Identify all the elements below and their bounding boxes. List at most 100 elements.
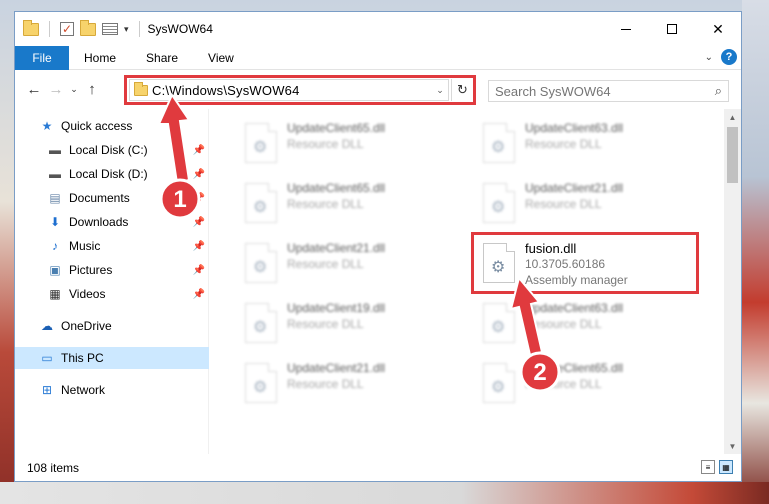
- properties-icon[interactable]: [102, 23, 118, 35]
- file-type: Resource DLL: [525, 137, 602, 151]
- new-folder-icon[interactable]: [80, 19, 96, 36]
- gear-icon: ⚙: [491, 379, 506, 396]
- file-type: Resource DLL: [525, 197, 602, 211]
- dll-file-icon: ⚙: [245, 363, 277, 403]
- pin-icon[interactable]: 📌: [193, 217, 205, 228]
- sidebar-item-local-disk-d[interactable]: ▬ Local Disk (D:) 📌: [15, 163, 209, 185]
- refresh-button[interactable]: ↻: [451, 79, 473, 101]
- sidebar-item-downloads[interactable]: ⬇ Downloads 📌: [15, 211, 209, 233]
- sidebar-item-pictures[interactable]: ▣ Pictures 📌: [15, 259, 209, 281]
- sidebar-item-label: Videos: [69, 287, 106, 301]
- file-name: UpdateClient21.dll: [287, 361, 386, 375]
- up-button[interactable]: ↑: [81, 78, 103, 100]
- pin-icon[interactable]: 📌: [193, 289, 205, 300]
- file-type: Resource DLL: [287, 317, 364, 331]
- help-icon[interactable]: ?: [721, 49, 737, 65]
- scrollbar-thumb[interactable]: [727, 127, 738, 183]
- file-item[interactable]: ⚙ UpdateClient63.dll Resource DLL: [473, 295, 703, 351]
- file-item[interactable]: ⚙ UpdateClient65.dll Resource DLL: [473, 355, 703, 411]
- search-icon[interactable]: ⌕: [715, 83, 722, 99]
- close-button[interactable]: ✕: [695, 12, 741, 46]
- search-box[interactable]: ⌕: [488, 80, 729, 102]
- pin-icon[interactable]: 📌: [193, 265, 205, 276]
- sidebar-item-videos[interactable]: ▦ Videos 📌: [15, 283, 209, 305]
- sidebar-item-quick-access[interactable]: ★ Quick access: [15, 115, 209, 137]
- address-path[interactable]: C:\Windows\SysWOW64: [152, 83, 300, 98]
- star-icon: ★: [41, 119, 53, 133]
- sidebar-item-this-pc[interactable]: ▭ This PC: [15, 347, 209, 369]
- file-name: UpdateClient19.dll: [287, 301, 386, 315]
- videos-icon: ▦: [49, 287, 61, 301]
- computer-icon: ▭: [41, 351, 53, 365]
- music-icon: ♪: [52, 239, 58, 253]
- sidebar-item-onedrive[interactable]: ☁ OneDrive: [15, 315, 209, 337]
- dll-file-icon: ⚙: [483, 303, 515, 343]
- toolbar-separator: [138, 21, 140, 37]
- pin-icon[interactable]: 📌: [193, 241, 205, 252]
- sidebar-item-label: Downloads: [69, 215, 129, 229]
- file-item[interactable]: ⚙ UpdateClient65.dll Resource DLL: [235, 175, 465, 231]
- tab-home[interactable]: Home: [69, 46, 131, 70]
- pin-icon[interactable]: 📌: [193, 169, 205, 180]
- drive-icon: ▬: [49, 167, 61, 181]
- ribbon-right-controls: ⌄ ?: [705, 49, 737, 65]
- file-item[interactable]: ⚙ UpdateClient21.dll Resource DLL: [235, 235, 465, 291]
- scroll-down-icon[interactable]: ▼: [724, 438, 741, 454]
- file-type: Resource DLL: [287, 197, 364, 211]
- minimize-button[interactable]: [603, 12, 649, 46]
- tab-file[interactable]: File: [15, 45, 69, 70]
- maximize-icon: [667, 24, 677, 34]
- sidebar-item-label: This PC: [61, 351, 104, 365]
- recent-locations-icon[interactable]: ⌄: [67, 78, 81, 100]
- file-item[interactable]: ⚙ UpdateClient63.dll Resource DLL: [473, 115, 703, 171]
- gear-icon: ⚙: [491, 319, 506, 336]
- close-icon: ✕: [712, 20, 724, 37]
- sidebar-item-local-disk-c[interactable]: ▬ Local Disk (C:) 📌: [15, 139, 209, 161]
- file-type: Resource DLL: [525, 317, 602, 331]
- gear-icon: ⚙: [253, 259, 268, 276]
- navigation-bar: ← → ⌄ ↑ C:\Windows\SysWOW64 ⌄ ↻ ⌕: [15, 70, 741, 108]
- documents-icon: ▤: [49, 191, 61, 205]
- file-item[interactable]: ⚙ UpdateClient19.dll Resource DLL: [235, 295, 465, 351]
- cloud-icon: ☁: [41, 319, 53, 333]
- dll-file-icon: ⚙: [245, 183, 277, 223]
- sidebar-item-label: Network: [61, 383, 106, 397]
- details-view-icon[interactable]: ≡: [701, 460, 715, 474]
- expand-ribbon-icon[interactable]: ⌄: [705, 52, 713, 63]
- maximize-button[interactable]: [649, 12, 695, 46]
- gear-icon: ⚙: [491, 199, 506, 216]
- file-type: Resource DLL: [525, 377, 602, 391]
- large-icons-view-icon[interactable]: ▦: [719, 460, 733, 474]
- sidebar-item-music[interactable]: ♪ Music 📌: [15, 235, 209, 257]
- file-item[interactable]: ⚙ UpdateClient21.dll Resource DLL: [473, 175, 703, 231]
- sidebar-item-documents[interactable]: ▤ Documents 📌: [15, 187, 209, 209]
- item-count: 108 items: [27, 461, 80, 475]
- search-input[interactable]: [495, 83, 715, 99]
- customize-dropdown-icon[interactable]: ▾: [124, 24, 129, 35]
- minimize-icon: [621, 28, 631, 30]
- vertical-scrollbar[interactable]: ▲ ▼: [724, 109, 741, 454]
- gear-icon: ⚙: [491, 139, 506, 156]
- dll-file-icon: ⚙: [245, 123, 277, 163]
- file-name: UpdateClient21.dll: [525, 181, 624, 195]
- tab-view[interactable]: View: [193, 46, 249, 70]
- back-button[interactable]: ←: [23, 78, 45, 100]
- tab-share[interactable]: Share: [131, 46, 193, 70]
- file-item[interactable]: ⚙ UpdateClient65.dll Resource DLL: [235, 115, 465, 171]
- pin-icon[interactable]: 📌: [193, 145, 205, 156]
- sidebar-item-network[interactable]: ⊞ Network: [15, 379, 209, 401]
- forward-button[interactable]: →: [45, 78, 67, 100]
- sidebar-item-label: Documents: [69, 191, 130, 205]
- properties-check-icon[interactable]: ✓: [60, 22, 74, 36]
- file-name: UpdateClient63.dll: [525, 121, 624, 135]
- chevron-down-icon[interactable]: ⌄: [432, 85, 448, 96]
- address-bar[interactable]: C:\Windows\SysWOW64 ⌄: [129, 79, 449, 101]
- pin-icon[interactable]: 📌: [193, 193, 205, 204]
- dll-file-icon: ⚙: [245, 303, 277, 343]
- file-item[interactable]: ⚙ UpdateClient21.dll Resource DLL: [235, 355, 465, 411]
- sidebar-item-label: Pictures: [69, 263, 113, 277]
- scroll-up-icon[interactable]: ▲: [724, 109, 741, 125]
- sidebar-item-label: Local Disk (D:): [69, 167, 148, 181]
- download-icon: ⬇: [49, 215, 61, 229]
- window-controls: ✕: [603, 12, 741, 46]
